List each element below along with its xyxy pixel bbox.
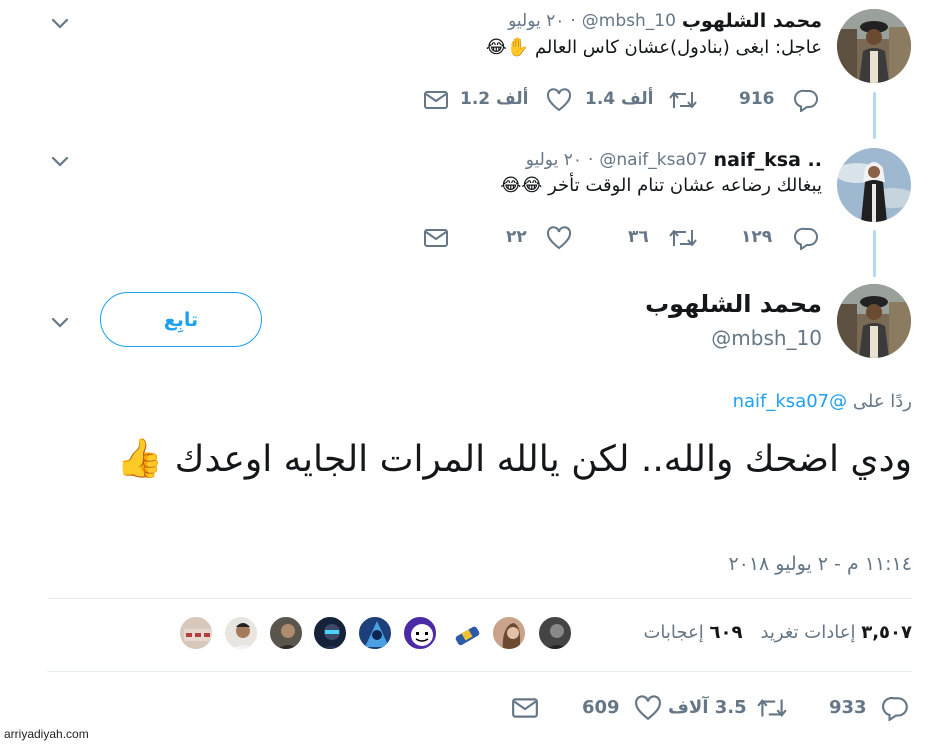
tweet-2-emoji: 😂😂 bbox=[500, 175, 543, 196]
replying-to: ردًا على @naif_ksa07 bbox=[733, 391, 912, 412]
mail-icon[interactable] bbox=[423, 89, 449, 111]
avatar[interactable] bbox=[447, 615, 483, 651]
follow-button-label: تابِع bbox=[163, 308, 199, 331]
avatar[interactable] bbox=[491, 615, 527, 651]
divider-bottom bbox=[47, 671, 912, 672]
thread-line-2 bbox=[873, 230, 876, 277]
divider-top bbox=[47, 598, 912, 599]
tweet-2-text-body: يبغالك رضاعه عشان تنام الوقت تأخر bbox=[548, 175, 822, 196]
replying-to-prefix: ردًا على bbox=[852, 391, 912, 412]
main-author-name[interactable]: محمد الشلهوب bbox=[645, 290, 822, 318]
avatar-main[interactable] bbox=[837, 284, 911, 358]
reply-icon[interactable] bbox=[794, 226, 820, 250]
mail-icon[interactable] bbox=[423, 227, 449, 249]
tweet-1-retweet-count: 1.4 ألف bbox=[585, 89, 654, 109]
tweet-2-text: يبغالك رضاعه عشان تنام الوقت تأخر 😂😂 bbox=[500, 175, 822, 196]
retweet-icon[interactable] bbox=[668, 226, 698, 250]
main-tweet-text-body: ودي اضحك والله.. لكن يالله المرات الجايه… bbox=[174, 439, 912, 480]
tweet-1-author-name[interactable]: محمد الشلهوب bbox=[682, 10, 822, 32]
avatar[interactable] bbox=[537, 615, 573, 651]
tweet-1-dot: · bbox=[570, 11, 576, 31]
like-stat[interactable]: ٦٠٩ إعجابات bbox=[643, 622, 742, 643]
tweet-1-text-body: عاجل: ابغى (بنادول)عشان كاس العالم bbox=[534, 37, 822, 58]
avatar[interactable] bbox=[402, 615, 438, 651]
avatar-naif[interactable] bbox=[837, 148, 911, 222]
heart-icon[interactable] bbox=[546, 226, 572, 250]
retweet-stat-count: ٣,٥٠٧ bbox=[861, 622, 912, 643]
replying-to-handle[interactable]: @naif_ksa07 bbox=[733, 391, 848, 412]
main-tweet-timestamp[interactable]: ١١:١٤ م - ٢ يوليو ٢٠١٨ bbox=[728, 553, 912, 575]
tweet-2-handle[interactable]: @naif_ksa07 bbox=[599, 150, 707, 170]
main-handle[interactable]: @mbsh_10 bbox=[711, 326, 822, 350]
tweet-2-dot: · bbox=[587, 150, 594, 170]
tweet-1-handle[interactable]: @mbsh_10 bbox=[582, 11, 676, 31]
engagement-stats: ٣,٥٠٧ إعادات تغريد ٦٠٩ إعجابات bbox=[643, 622, 912, 643]
main-like-count: 609 bbox=[582, 697, 620, 718]
chevron-down-icon[interactable] bbox=[48, 149, 72, 173]
follow-button[interactable]: تابِع bbox=[100, 292, 262, 347]
avatar-mbsh[interactable] bbox=[837, 9, 911, 83]
chevron-down-icon[interactable] bbox=[48, 11, 72, 35]
like-stat-label: إعجابات bbox=[643, 622, 704, 643]
reply-icon[interactable] bbox=[794, 88, 820, 112]
avatar[interactable] bbox=[268, 615, 304, 651]
avatar[interactable] bbox=[223, 615, 259, 651]
thread-line-1 bbox=[873, 92, 876, 139]
like-stat-count: ٦٠٩ bbox=[709, 622, 743, 643]
main-reply-count: 933 bbox=[829, 697, 867, 718]
avatar[interactable] bbox=[357, 615, 393, 651]
tweet-1-reply-count: 916 bbox=[739, 89, 775, 109]
retweet-stat-label: إعادات تغريد bbox=[760, 622, 856, 643]
chevron-down-icon[interactable] bbox=[48, 310, 72, 334]
tweet-2-date[interactable]: ٢٠ يوليو bbox=[526, 150, 582, 170]
main-tweet-text: ودي اضحك والله.. لكن يالله المرات الجايه… bbox=[82, 434, 912, 484]
tweet-2-retweet-count: ٣٦ bbox=[628, 227, 649, 247]
tweet-1-date[interactable]: ٢٠ يوليو bbox=[508, 11, 564, 31]
reply-icon[interactable] bbox=[882, 695, 910, 721]
main-retweet-count: 3.5 آلاف bbox=[668, 697, 747, 718]
retweet-icon[interactable] bbox=[756, 695, 788, 721]
tweet-2-reply-count: ١٢٩ bbox=[741, 227, 773, 247]
avatar[interactable] bbox=[178, 615, 214, 651]
tweet-2-author-name[interactable]: naif_ksa .. bbox=[714, 149, 822, 171]
tweet-2-like-count: ٢٢ bbox=[506, 227, 527, 247]
watermark: arriyadiyah.com bbox=[4, 727, 89, 741]
tweet-1-like-count: 1.2 ألف bbox=[460, 89, 529, 109]
heart-icon[interactable] bbox=[546, 88, 572, 112]
tweet-1-text: عاجل: ابغى (بنادول)عشان كاس العالم ✋😂 bbox=[486, 37, 822, 58]
retweet-icon[interactable] bbox=[668, 88, 698, 112]
main-tweet-emoji: 👍 bbox=[116, 436, 164, 480]
mail-icon[interactable] bbox=[511, 696, 539, 720]
retweet-stat[interactable]: ٣,٥٠٧ إعادات تغريد bbox=[760, 622, 912, 643]
avatar[interactable] bbox=[312, 615, 348, 651]
tweet-1-emoji: ✋😂 bbox=[485, 37, 530, 58]
heart-icon[interactable] bbox=[634, 695, 662, 721]
